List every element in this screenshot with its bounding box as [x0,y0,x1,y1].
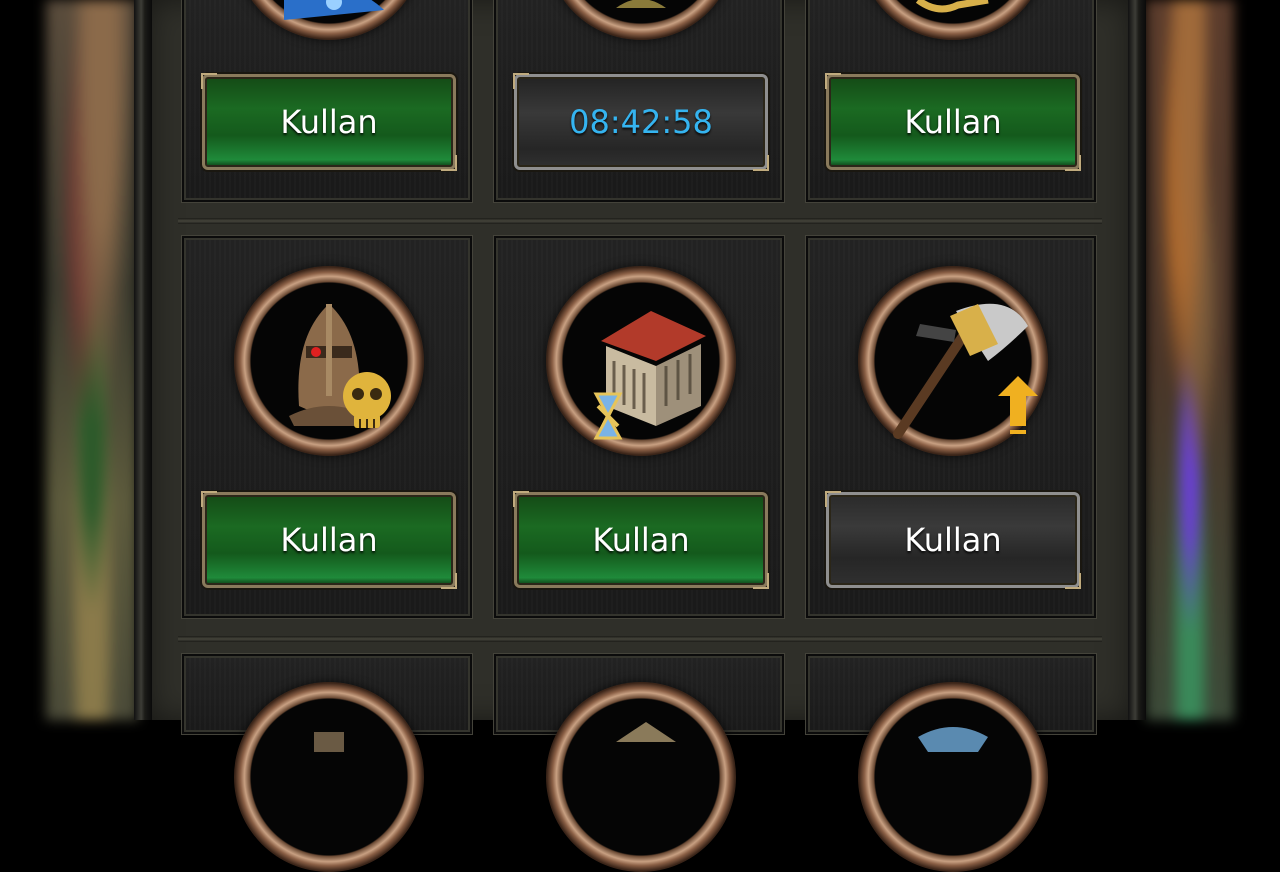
use-button-label: Kullan [280,103,378,141]
blue-creature-icon[interactable] [234,0,424,40]
item-card [182,654,472,872]
gold-key-icon[interactable] [858,0,1048,40]
panel-frame-left [134,0,152,720]
cooldown-timer: 08:42:58 [513,73,769,171]
use-button-label: Kullan [592,521,690,559]
item-icon[interactable] [234,682,424,872]
item-card: Kullan [182,236,472,618]
item-card: Kullan [182,0,472,202]
item-card [494,654,784,872]
use-button[interactable]: Kullan [825,73,1081,171]
use-button-label: Kullan [904,521,1002,559]
background-left-scene [46,0,138,720]
use-button[interactable]: Kullan [201,73,457,171]
use-button-label: Kullan [280,521,378,559]
building-hourglass-icon[interactable] [546,266,736,456]
item-card: Kullan [494,236,784,618]
use-button-disabled[interactable]: Kullan [825,491,1081,589]
background-right-scene [1146,0,1234,720]
use-button[interactable]: Kullan [201,491,457,589]
item-icon[interactable] [546,0,736,40]
row-divider [178,636,1102,642]
item-card [806,654,1096,872]
item-card: Kullan [806,0,1096,202]
item-card: 08:42:58 [494,0,784,202]
item-card: Kullan [806,236,1096,618]
use-button[interactable]: Kullan [513,491,769,589]
use-button-label: Kullan [904,103,1002,141]
item-icon[interactable] [546,682,736,872]
panel-frame-right [1128,0,1146,720]
row-divider [178,218,1102,224]
axe-upgrade-icon[interactable] [858,266,1048,456]
timer-text: 08:42:58 [569,103,713,141]
item-icon[interactable] [858,682,1048,872]
helmet-skull-icon[interactable] [234,266,424,456]
